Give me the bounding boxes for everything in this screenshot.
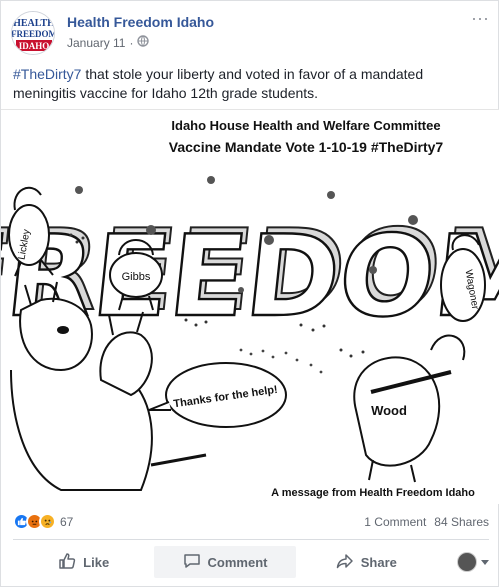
avatar-text-health: HEALTH (13, 18, 55, 29)
post-date[interactable]: January 11 (67, 36, 125, 50)
feed-post: HEALTH FREEDOM IDAHO Health Freedom Idah… (0, 0, 499, 587)
share-arrow-icon (336, 552, 354, 573)
globe-icon (137, 35, 150, 50)
comment-label: Comment (207, 554, 268, 570)
post-actions-bar: Like Comment Share (13, 545, 489, 579)
label-wood: Wood (371, 403, 407, 418)
avatar-text-idaho: IDAHO (19, 41, 50, 51)
comment-button[interactable]: Comment (154, 546, 296, 578)
page-avatar[interactable]: HEALTH FREEDOM IDAHO (11, 11, 55, 55)
like-button[interactable]: Like (13, 546, 154, 578)
meta-separator: · (129, 35, 134, 50)
shares-count-link[interactable]: 84 Shares (434, 515, 489, 529)
label-gibbs: Gibbs (122, 271, 151, 283)
actions-divider (13, 539, 489, 540)
engagement-counts: 1 Comment 84 Shares (364, 515, 489, 529)
comments-count-link[interactable]: 1 Comment (364, 515, 426, 529)
thumbs-up-icon (58, 552, 76, 573)
share-button[interactable]: Share (296, 546, 437, 578)
hashtag-link[interactable]: #TheDirty7 (13, 66, 81, 82)
like-label: Like (83, 554, 110, 570)
post-caption: #TheDirty7 that stole your liberty and v… (13, 65, 489, 103)
sad-reaction-icon (39, 513, 56, 530)
cartoon-title-line1: Idaho House Health and Welfare Committee (171, 118, 440, 133)
avatar-text-freedom: FREEDOM (12, 29, 55, 39)
viewer-avatar (456, 552, 477, 572)
caret-down-icon (480, 559, 489, 565)
reaction-summary[interactable]: 67 (13, 513, 73, 530)
page-name-link[interactable]: Health Freedom Idaho (67, 14, 214, 30)
choose-identity-button[interactable] (437, 546, 489, 578)
post-stats: 67 1 Comment 84 Shares (13, 511, 489, 533)
cartoon-title-line2: Vaccine Mandate Vote 1-10-19 #TheDirty7 (169, 139, 444, 155)
share-label: Share (360, 554, 397, 570)
reaction-count[interactable]: 67 (60, 515, 73, 529)
comment-bubble-icon (183, 552, 201, 573)
cartoon-footer: A message from Health Freedom Idaho (271, 487, 475, 499)
post-image[interactable]: Idaho House Health and Welfare Committee… (1, 109, 499, 504)
post-meta: January 11 · (67, 35, 150, 50)
post-header: HEALTH FREEDOM IDAHO Health Freedom Idah… (11, 9, 491, 61)
more-options-icon[interactable]: ··· (469, 9, 491, 29)
